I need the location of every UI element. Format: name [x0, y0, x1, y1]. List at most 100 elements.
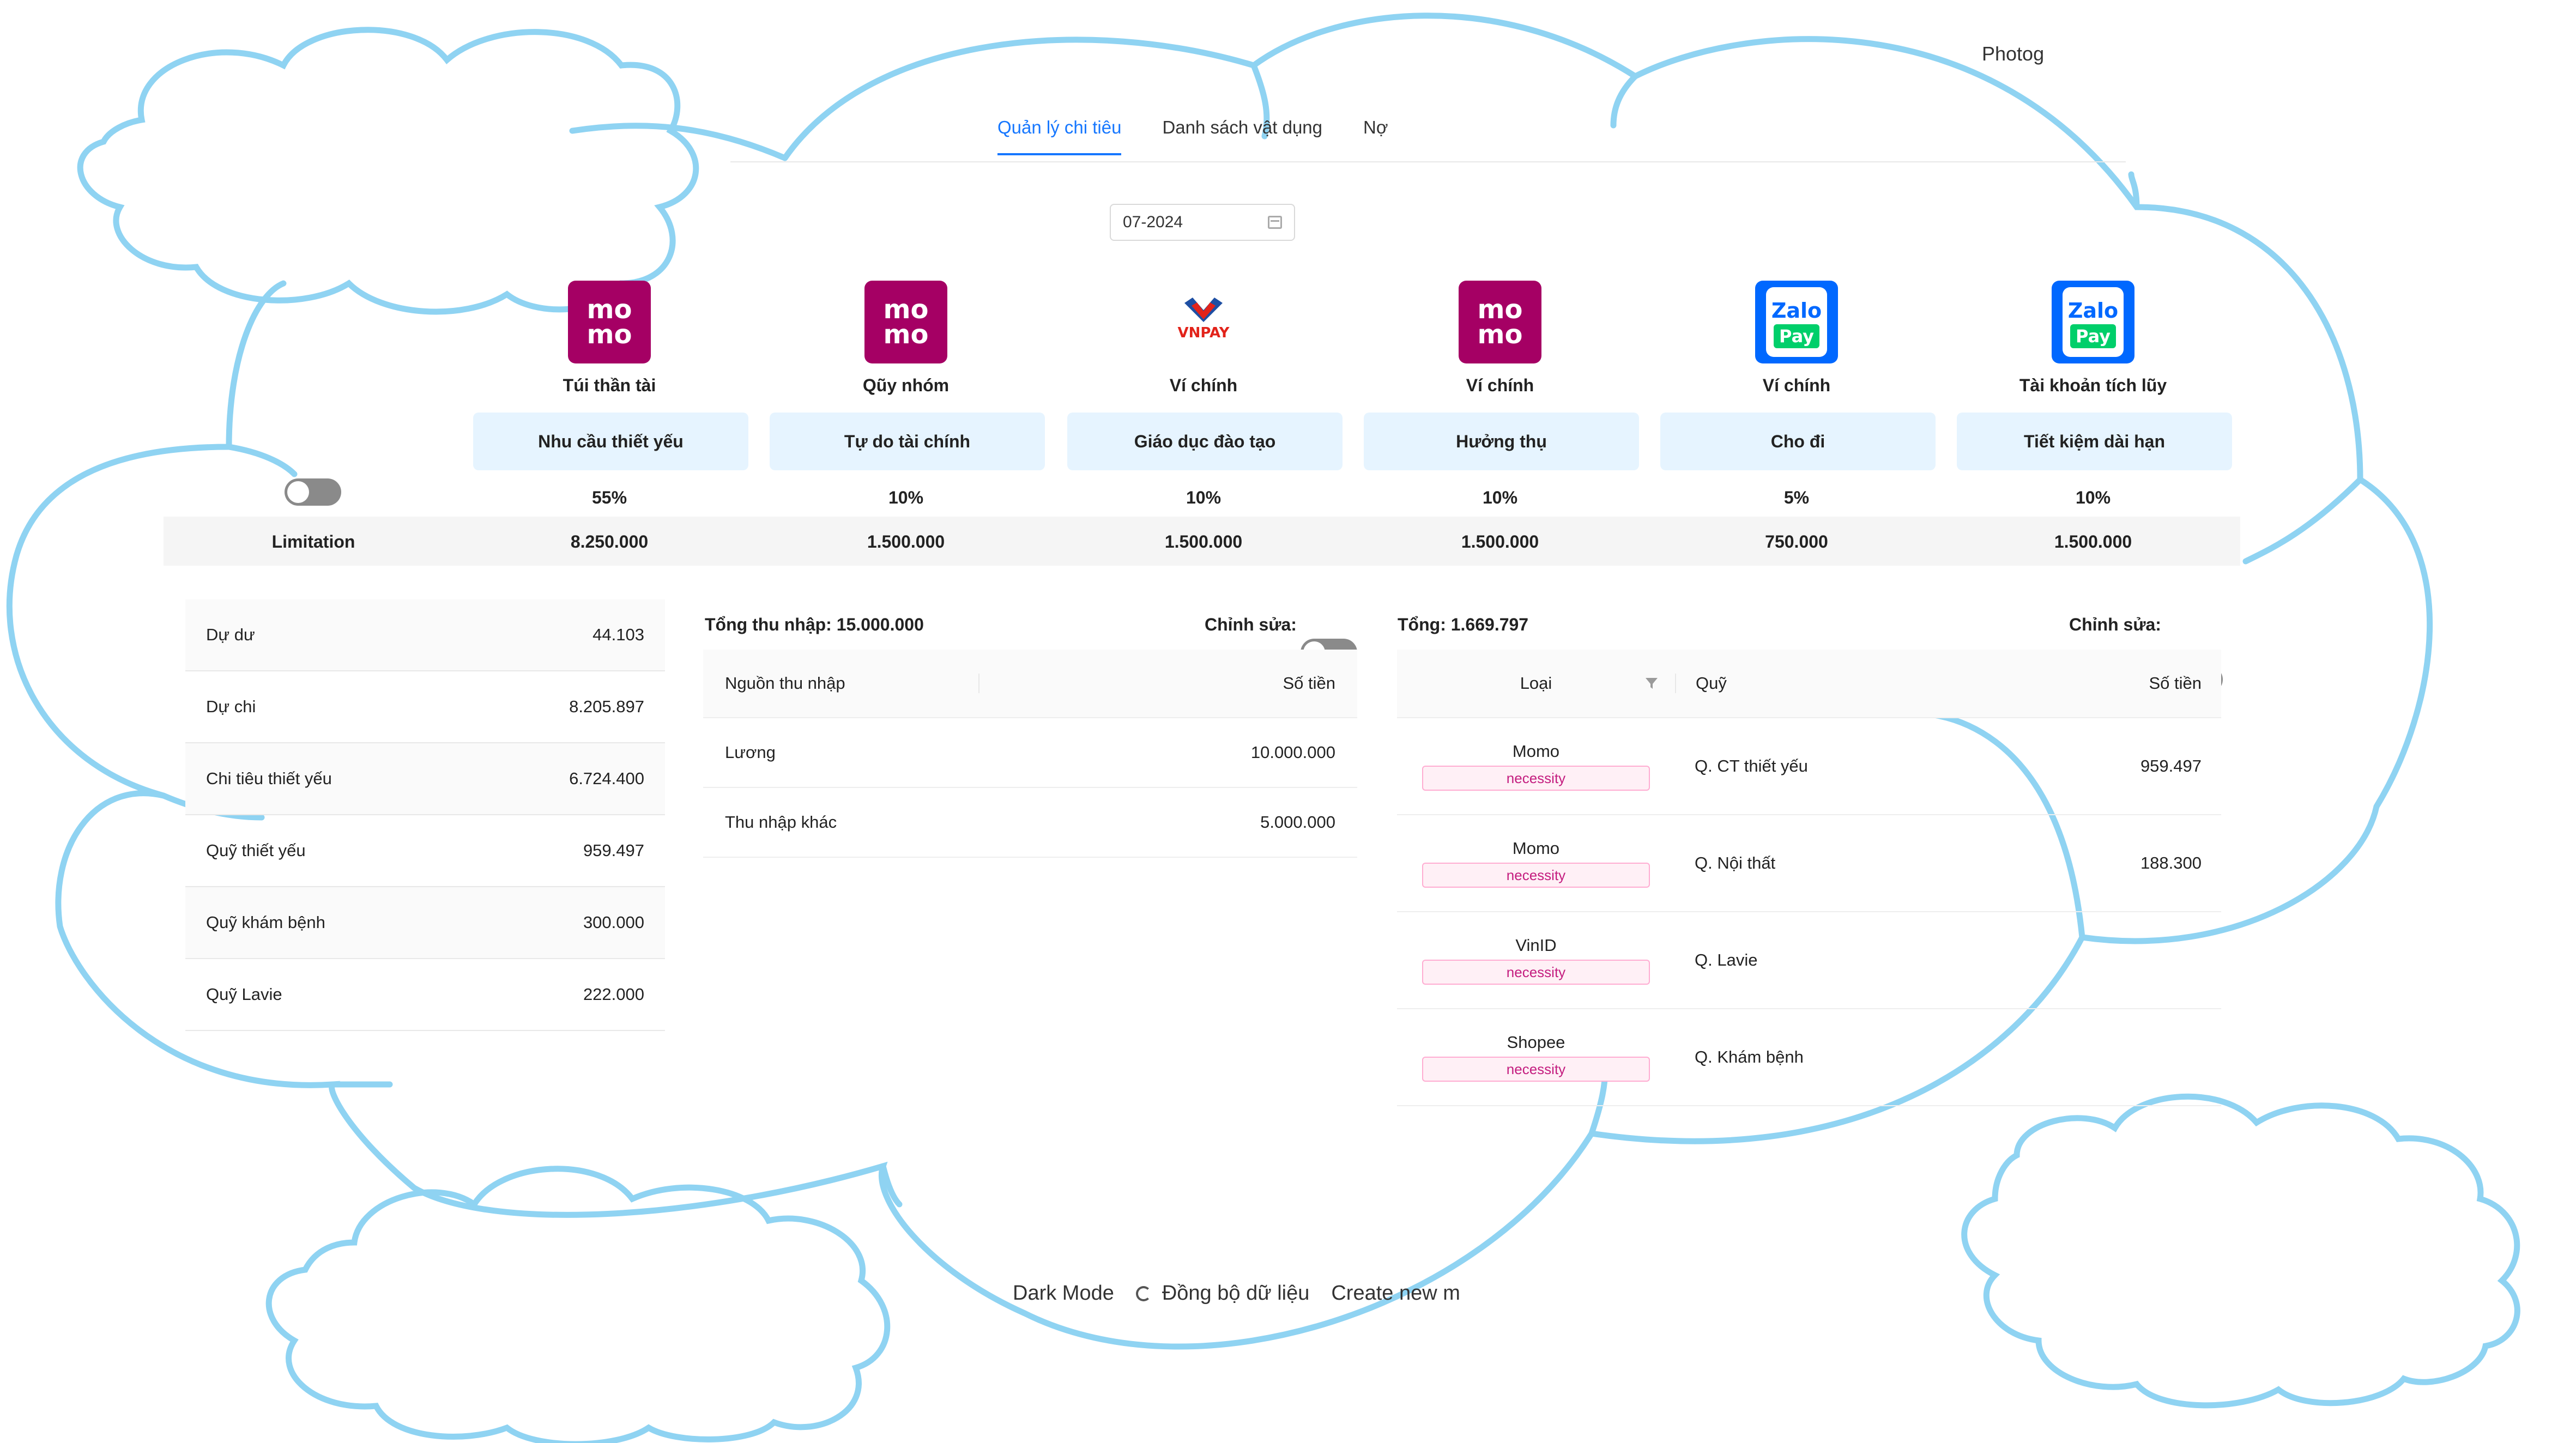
category-badge: necessity	[1422, 863, 1650, 888]
filter-icon[interactable]	[1644, 676, 1659, 690]
fund-button[interactable]: Nhu cầu thiết yếu	[473, 413, 748, 470]
fund-percent: 10%	[2075, 488, 2111, 507]
zalopay-logo-icon: Zalo Pay	[2052, 281, 2134, 363]
fund-button[interactable]: Tiết kiệm dài hạn	[1957, 413, 2232, 470]
expense-amount: 959.497	[2140, 756, 2202, 775]
table-row: Thu nhập khác 5.000.000	[703, 788, 1357, 858]
fund-percent: 10%	[888, 488, 924, 507]
svg-text:Zalo: Zalo	[1771, 299, 1822, 323]
expense-type-cell: Shopee necessity	[1397, 1033, 1675, 1082]
column-header-amount: Số tiền	[2149, 674, 2202, 693]
category-badge: necessity	[1422, 960, 1650, 985]
column-header-type-cell: Loại	[1397, 674, 1675, 693]
expense-type-cell: Momo necessity	[1397, 839, 1675, 888]
sync-label: Đồng bộ dữ liệu	[1162, 1282, 1310, 1305]
svg-text:Pay: Pay	[1779, 326, 1814, 347]
expense-fund: Q. Khám bệnh	[1695, 1047, 1804, 1066]
wallet-column: Zalo Pay Tài khoản tích lũy Tiết kiệm dà…	[1957, 281, 2232, 508]
fund-button[interactable]: Hưởng thụ	[1364, 413, 1639, 470]
dark-mode-link[interactable]: Dark Mode	[1013, 1282, 1114, 1305]
wallet-column: mo mo Qũy nhóm Tự do tài chính 10%	[770, 281, 1045, 508]
limitation-label: Limitation	[271, 532, 355, 551]
summary-row: Quỹ thiết yếu 959.497	[185, 815, 665, 887]
tab-bar: Quản lý chi tiêu Danh sách vật dụng Nợ	[997, 117, 1388, 155]
summary-value: 44.103	[592, 625, 644, 644]
photo-label: Photog	[1982, 43, 2045, 65]
expense-total: Tổng: 1.669.797	[1398, 615, 1529, 634]
column-header-amount: Số tiền	[1283, 674, 1335, 693]
month-picker[interactable]: 07-2024	[1110, 204, 1295, 241]
expense-type: Momo	[1512, 839, 1560, 858]
summary-label: Dự chi	[206, 697, 256, 716]
income-table: Nguồn thu nhập Số tiền Lương 10.000.000 …	[703, 650, 1357, 858]
svg-text:Zalo: Zalo	[2068, 299, 2118, 323]
summary-label: Chi tiêu thiết yếu	[206, 769, 332, 788]
fund-percent: 55%	[591, 488, 627, 507]
calendar-icon	[1268, 216, 1282, 229]
create-new-link[interactable]: Create new m	[1331, 1282, 1460, 1305]
expense-type: Shopee	[1507, 1033, 1565, 1052]
expense-edit-label: Chỉnh sửa:	[2069, 615, 2161, 634]
table-row: Momo necessity Q. CT thiết yếu 959.497	[1397, 718, 2221, 815]
tab-debt[interactable]: Nợ	[1363, 117, 1388, 155]
tab-divider	[730, 161, 2126, 162]
summary-label: Quỹ Lavie	[206, 985, 282, 1004]
zalopay-logo-icon: Zalo Pay	[1755, 281, 1838, 363]
footer-bar: Dark Mode Đồng bộ dữ liệu Create new m	[1013, 1282, 1460, 1305]
table-row: Lương 10.000.000	[703, 718, 1357, 788]
summary-value: 222.000	[583, 985, 644, 1004]
column-header-fund: Quỹ	[1675, 674, 2028, 693]
tab-expense-management[interactable]: Quản lý chi tiêu	[997, 117, 1122, 155]
wallet-name: Túi thần tài	[563, 375, 656, 395]
sync-icon	[1135, 1286, 1151, 1301]
summary-value: 8.205.897	[569, 697, 644, 716]
summary-table: Dự dư 44.103 Dự chi 8.205.897 Chi tiêu thi…	[185, 599, 665, 1031]
limitation-toggle[interactable]	[285, 478, 341, 506]
fund-button[interactable]: Cho đi	[1660, 413, 1936, 470]
summary-value: 6.724.400	[569, 769, 644, 788]
income-amount: 10.000.000	[1250, 743, 1335, 762]
expense-type: VinID	[1515, 936, 1557, 955]
summary-row: Chi tiêu thiết yếu 6.724.400	[185, 743, 665, 815]
fund-button[interactable]: Giáo dục đào tạo	[1067, 413, 1343, 470]
fund-percent: 5%	[1783, 488, 1810, 507]
wallet-name: Qũy nhóm	[862, 375, 950, 395]
income-source: Thu nhập khác	[725, 813, 837, 832]
summary-row: Quỹ Lavie 222.000	[185, 959, 665, 1031]
svg-text:Pay: Pay	[2076, 326, 2111, 347]
expense-type-cell: Momo necessity	[1397, 742, 1675, 791]
fund-button[interactable]: Tự do tài chính	[770, 413, 1045, 470]
limit-value: 750.000	[1765, 532, 1828, 551]
expense-type-cell: VinID necessity	[1397, 936, 1675, 985]
wallet-name: Tài khoản tích lũy	[2019, 375, 2167, 395]
summary-row: Dự chi 8.205.897	[185, 671, 665, 743]
limit-value: 1.500.000	[867, 532, 945, 551]
wallet-name: Ví chính	[1466, 375, 1534, 395]
wallet-column: mo mo Túi thần tài Nhu cầu thiết yếu 55%	[473, 281, 748, 508]
expense-fund: Q. CT thiết yếu	[1695, 756, 1808, 775]
expense-table: Loại Quỹ Số tiền Momo necessity Q. CT th…	[1397, 650, 2221, 1106]
column-header-source: Nguồn thu nhập	[703, 674, 979, 693]
column-header-type: Loại	[1520, 674, 1552, 693]
limit-value: 1.500.000	[1461, 532, 1539, 551]
month-value: 07-2024	[1123, 213, 1183, 231]
limit-value: 1.500.000	[2054, 532, 2132, 551]
momo-logo-icon: mo mo	[864, 281, 947, 363]
tab-item-list[interactable]: Danh sách vật dụng	[1162, 117, 1322, 155]
summary-value: 300.000	[583, 913, 644, 932]
momo-logo-icon: mo mo	[568, 281, 651, 363]
wallet-column: Zalo Pay Ví chính Cho đi 5%	[1660, 281, 1936, 508]
expense-fund: Q. Nội thất	[1695, 853, 1776, 872]
category-badge: necessity	[1422, 766, 1650, 791]
svg-text:VNPAY: VNPAY	[1177, 325, 1230, 341]
summary-value: 959.497	[583, 841, 644, 860]
limit-value: 1.500.000	[1164, 532, 1243, 551]
expense-fund: Q. Lavie	[1695, 950, 1758, 969]
limit-value: 8.250.000	[570, 532, 649, 551]
income-source: Lương	[725, 743, 776, 762]
sync-data-button[interactable]: Đồng bộ dữ liệu	[1135, 1282, 1310, 1305]
wallet-column: VNPAY Ví chính Giáo dục đào tạo 10%	[1067, 281, 1343, 508]
income-edit-label: Chỉnh sửa:	[1205, 615, 1297, 634]
wallet-name: Ví chính	[1762, 375, 1831, 395]
table-row: VinID necessity Q. Lavie	[1397, 912, 2221, 1009]
